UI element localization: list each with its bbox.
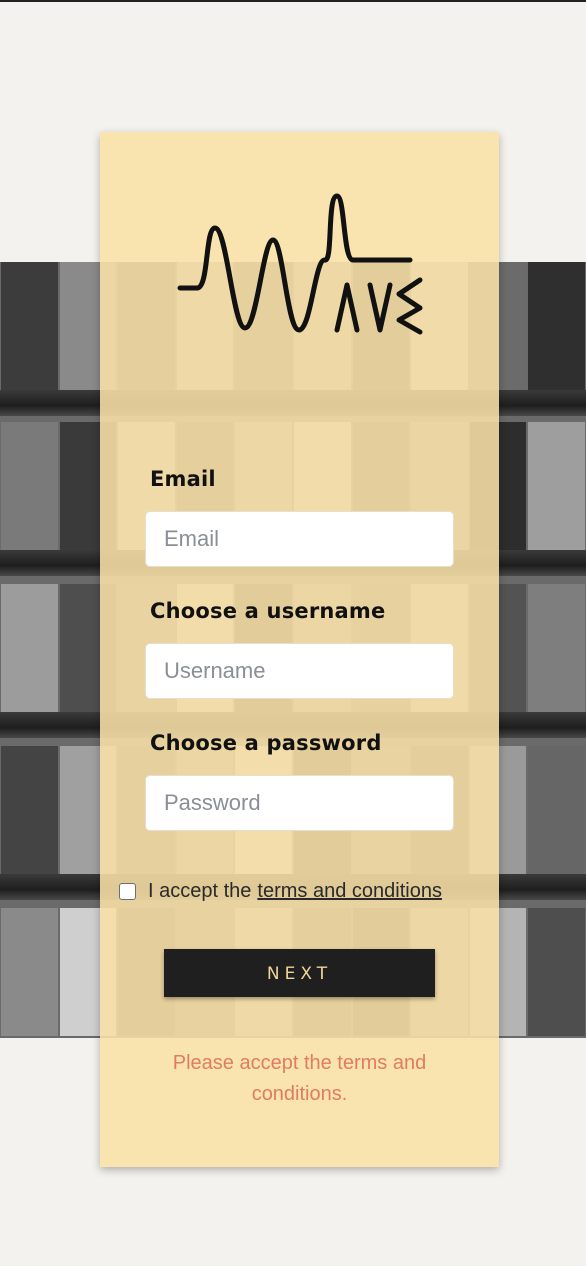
terms-prefix-text: I accept the [148, 879, 252, 902]
username-label: Choose a username [150, 599, 386, 623]
next-button[interactable]: NEXT [164, 949, 435, 997]
top-edge-line [0, 0, 586, 2]
terms-row: I accept the terms and conditions [119, 878, 442, 904]
email-label: Email [150, 467, 216, 491]
signup-card: Email Choose a username Choose a passwor… [100, 132, 499, 1167]
wave-logo-icon [177, 193, 423, 335]
password-input[interactable] [145, 775, 454, 831]
terms-error-message: Please accept the terms and conditions. [172, 1052, 427, 1105]
terms-checkbox[interactable] [119, 882, 136, 900]
password-label: Choose a password [150, 731, 382, 755]
username-input[interactable] [145, 643, 454, 699]
email-input[interactable] [145, 511, 454, 567]
terms-link[interactable]: terms and conditions [257, 880, 442, 903]
